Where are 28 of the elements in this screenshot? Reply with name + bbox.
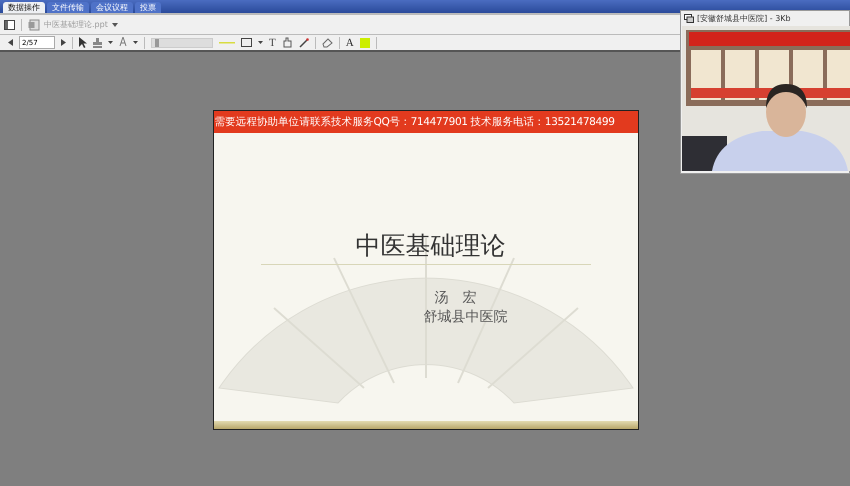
eraser-icon[interactable] [322,38,333,48]
caret-icon[interactable] [108,41,113,44]
rectangle-icon[interactable] [241,38,252,47]
tab[interactable]: 数据操作 [3,2,45,13]
institution-name: 舒城县中医院 [424,308,508,326]
tab[interactable]: 文件传输 [47,2,89,13]
slide-title: 中医基础理论 [356,230,506,262]
stamp-icon[interactable] [93,38,102,48]
video-window-title: [安徽舒城县中医院] - 3Kb [697,13,791,24]
tab[interactable]: 投票 [135,2,161,13]
caret-icon[interactable] [258,41,263,44]
hand-icon[interactable] [282,37,293,48]
text-tool[interactable]: T [269,36,276,48]
presenter-name: 汤 宏 [434,289,476,307]
panel-icon[interactable] [4,20,15,30]
font-tool[interactable]: A [346,36,354,48]
wand-icon[interactable] [298,38,309,48]
camera-icon [684,14,694,23]
cursor-icon[interactable] [79,37,87,48]
previous-page-icon[interactable] [8,39,13,46]
document-icon [28,18,40,30]
banner-text: 需要远程协助单位请联系技术服务QQ号：714477901 技术服务电话：13521478499 [214,111,638,133]
next-page-icon[interactable] [61,39,66,46]
caret-icon [112,22,118,26]
color-swatch[interactable] [360,38,370,48]
tab[interactable]: 会议议程 [91,2,133,13]
caret-icon[interactable] [133,41,138,44]
line-width-slider[interactable] [151,38,213,48]
